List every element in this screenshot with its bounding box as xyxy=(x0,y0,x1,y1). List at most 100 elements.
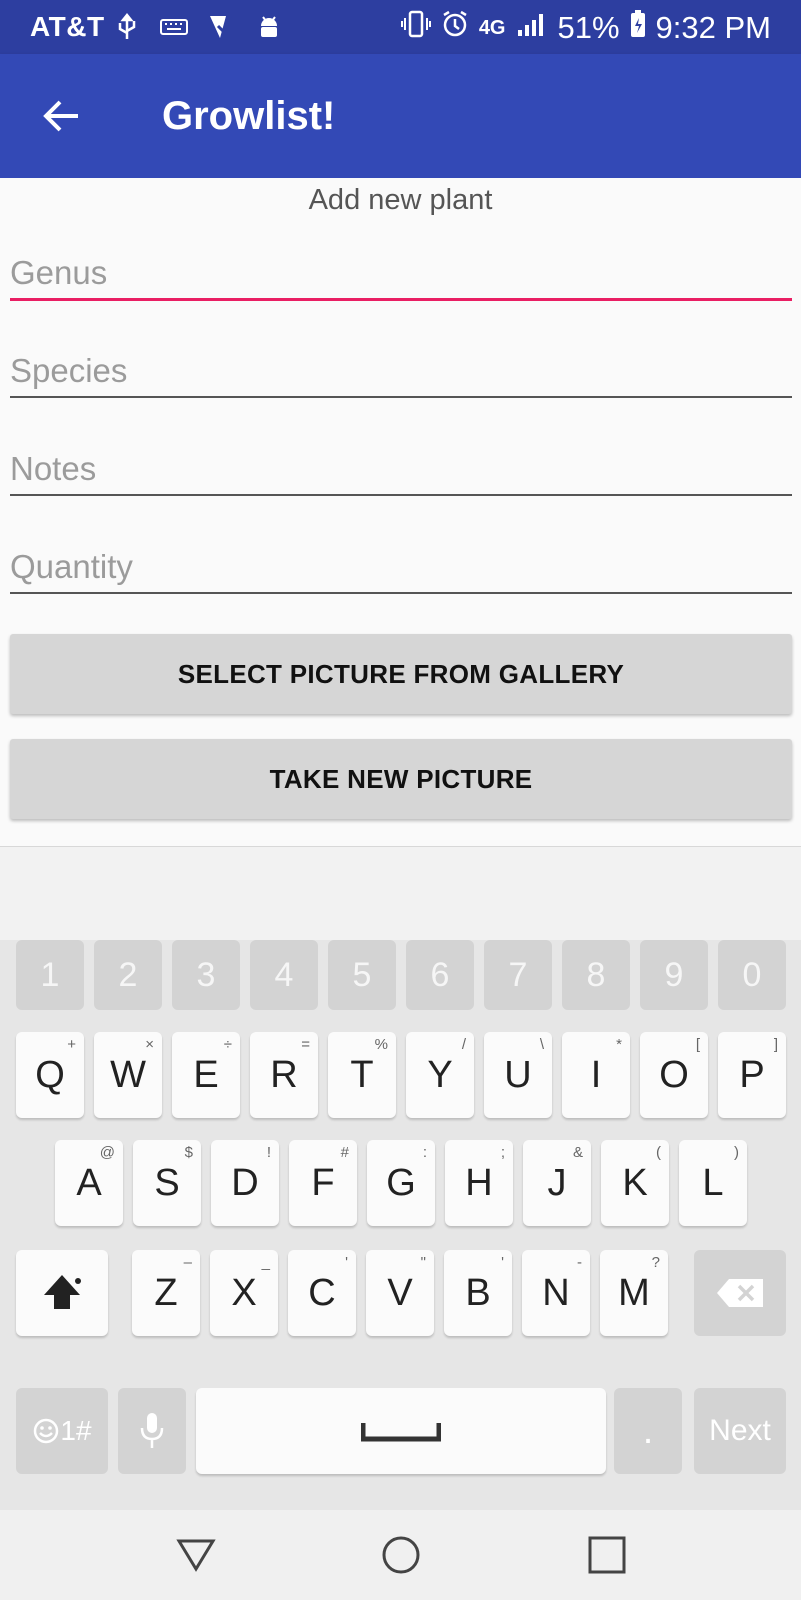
key-s[interactable]: S $ xyxy=(133,1140,201,1226)
battery-percent: 51% xyxy=(557,10,620,45)
key-q-label: Q xyxy=(35,1053,65,1096)
key-f[interactable]: F # xyxy=(289,1140,357,1226)
key-7-label: 7 xyxy=(508,955,528,994)
key-9[interactable]: 9 xyxy=(640,940,708,1010)
key-b[interactable]: B ' xyxy=(444,1250,512,1336)
key-n[interactable]: N- xyxy=(522,1250,590,1336)
carrier-label: AT&T xyxy=(30,11,105,42)
key-z[interactable]: Z – xyxy=(132,1250,200,1336)
key-8[interactable]: 8 xyxy=(562,940,630,1010)
key-3-label: 3 xyxy=(196,955,216,994)
period-key[interactable]: . xyxy=(614,1388,682,1474)
key-f-label: F xyxy=(311,1161,335,1204)
key-a[interactable]: A @ xyxy=(55,1140,123,1226)
keyboard-icon xyxy=(160,12,188,42)
key-o-label: O xyxy=(659,1053,689,1096)
backspace-icon xyxy=(717,1279,763,1307)
notes-input[interactable] xyxy=(10,450,792,488)
key-w[interactable]: W × xyxy=(94,1032,162,1118)
key-2-label: 2 xyxy=(118,955,138,994)
key-g[interactable]: G: xyxy=(367,1140,435,1226)
symbols-key[interactable]: 1# xyxy=(16,1388,108,1474)
genus-input[interactable] xyxy=(10,254,792,292)
key-h[interactable]: H; xyxy=(445,1140,513,1226)
arrow-left-icon xyxy=(43,100,78,132)
next-key[interactable]: Next xyxy=(694,1388,786,1474)
take-picture-button[interactable]: TAKE NEW PICTURE xyxy=(10,739,792,819)
key-u[interactable]: U \ xyxy=(484,1032,552,1118)
key-q[interactable]: Q + xyxy=(16,1032,84,1118)
voice-input-key[interactable] xyxy=(118,1388,186,1474)
key-r-label: R xyxy=(270,1053,298,1096)
key-5[interactable]: 5 xyxy=(328,940,396,1010)
form-subtitle: Add new plant xyxy=(308,184,493,216)
key-x-label: X xyxy=(231,1271,257,1314)
key-l[interactable]: L) xyxy=(679,1140,747,1226)
key-x-alt-symbol: _ xyxy=(261,1254,270,1271)
nav-back-button[interactable] xyxy=(173,1532,219,1578)
key-g-label: G xyxy=(386,1161,416,1204)
key-d-label: D xyxy=(231,1161,259,1204)
species-input[interactable] xyxy=(10,352,792,390)
key-v[interactable]: V " xyxy=(366,1250,434,1336)
status-right-group: 4G 51% 9:32 PM xyxy=(400,9,771,47)
alarm-icon xyxy=(441,10,469,46)
back-button[interactable] xyxy=(40,94,84,138)
key-d[interactable]: D! xyxy=(211,1140,279,1226)
key-y[interactable]: Y / xyxy=(406,1032,474,1118)
key-s-alt-symbol: $ xyxy=(184,1144,193,1161)
select-gallery-button[interactable]: SELECT PICTURE FROM GALLERY xyxy=(10,634,792,714)
key-e[interactable]: E ÷ xyxy=(172,1032,240,1118)
nav-home-button[interactable] xyxy=(378,1532,424,1578)
key-j[interactable]: J & xyxy=(523,1140,591,1226)
android-debug-icon xyxy=(256,12,282,42)
key-m[interactable]: M? xyxy=(600,1250,668,1336)
task-icon xyxy=(208,12,236,42)
key-j-alt-symbol: & xyxy=(572,1144,583,1161)
species-field xyxy=(10,336,792,398)
app-title: Growlist! xyxy=(162,94,336,138)
key-7[interactable]: 7 xyxy=(484,940,552,1010)
emoji-icon xyxy=(34,1418,59,1444)
key-2[interactable]: 2 xyxy=(94,940,162,1010)
key-x[interactable]: X _ xyxy=(210,1250,278,1336)
triangle-back-icon xyxy=(176,1539,216,1572)
key-a-alt-symbol: @ xyxy=(99,1144,115,1161)
key-6[interactable]: 6 xyxy=(406,940,474,1010)
key-u-label: U xyxy=(504,1053,532,1096)
key-i-label: I xyxy=(590,1053,602,1096)
space-key[interactable] xyxy=(196,1388,606,1474)
key-l-alt-symbol: ) xyxy=(734,1144,739,1161)
quantity-field xyxy=(10,532,792,594)
key-c[interactable]: C ' xyxy=(288,1250,356,1336)
key-w-label: W xyxy=(110,1053,146,1096)
battery-icon xyxy=(630,10,646,46)
key-r-alt-symbol: = xyxy=(301,1036,310,1053)
usb-icon xyxy=(116,12,138,42)
shift-key[interactable] xyxy=(16,1250,108,1336)
key-c-alt-symbol: ' xyxy=(345,1254,348,1271)
key-n-alt-symbol: - xyxy=(577,1254,582,1271)
backspace-key[interactable] xyxy=(694,1250,786,1336)
key-4[interactable]: 4 xyxy=(250,940,318,1010)
key-o[interactable]: O[ xyxy=(640,1032,708,1118)
square-recents-icon xyxy=(588,1536,626,1574)
key-0[interactable]: 0 xyxy=(718,940,786,1010)
nav-recents-button[interactable] xyxy=(584,1532,630,1578)
quantity-input[interactable] xyxy=(10,548,792,586)
key-k[interactable]: K( xyxy=(601,1140,669,1226)
key-r[interactable]: R = xyxy=(250,1032,318,1118)
key-p-label: P xyxy=(739,1053,765,1096)
key-m-label: M xyxy=(618,1271,650,1314)
key-3[interactable]: 3 xyxy=(172,940,240,1010)
status-bar: AT&T 4G 51% 9:32 PM xyxy=(0,0,801,54)
key-i[interactable]: I * xyxy=(562,1032,630,1118)
key-j-label: J xyxy=(547,1161,567,1204)
key-1[interactable]: 1 xyxy=(16,940,84,1010)
key-i-alt-symbol: * xyxy=(616,1036,622,1053)
shift-icon xyxy=(44,1275,81,1309)
key-z-alt-symbol: – xyxy=(183,1254,192,1271)
key-t[interactable]: T% xyxy=(328,1032,396,1118)
key-f-alt-symbol: # xyxy=(340,1144,349,1161)
key-p[interactable]: P] xyxy=(718,1032,786,1118)
